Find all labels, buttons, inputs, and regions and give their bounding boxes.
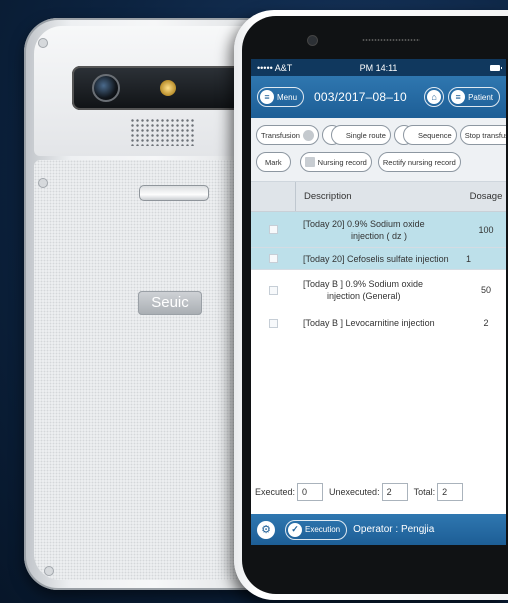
operator-text: Operator : Pengjia [353, 524, 435, 535]
row-dosage: 50 [480, 285, 491, 295]
menu-icon: ≡ [451, 90, 466, 104]
nav-bar: ≡ Menu 003/2017–08–10 ⌂ ≡ Patient [251, 76, 506, 118]
row-dosage: 1 [466, 253, 472, 264]
table-row[interactable]: [Today B ] Levocarnitine injection 2 [251, 310, 506, 336]
mark-button[interactable]: Mark [256, 152, 291, 172]
row-dosage: 2 [483, 318, 489, 328]
table-header: Description Dosage [251, 182, 506, 212]
stop-transfusion-label: Stop transfusion [464, 130, 506, 140]
row-checkbox[interactable] [268, 285, 278, 295]
executed-label: Executed: [255, 487, 296, 497]
patient-label: Patient [468, 92, 493, 102]
count-summary: Executed: 0 Unexecuted: 2 Total: 2 [251, 480, 506, 504]
check-icon: ✓ [288, 522, 302, 537]
toolbar-row-2: Mark Nursing record Rectify nursing reco… [256, 150, 501, 174]
executed-count-field: 0 [297, 483, 324, 501]
checkbox-icon [304, 157, 315, 167]
unexecuted-count-field: 2 [381, 483, 408, 501]
toolbar: Transfusion Single route Sequence Stop t… [251, 118, 506, 182]
execution-label: Execution [305, 525, 341, 534]
header-description: Description [295, 182, 466, 211]
app-screen: ••••• A&T PM 14:11 ≡ Menu 003/2017–08–10… [251, 59, 506, 545]
transfusion-label: Transfusion [261, 130, 300, 140]
scanner-slot [139, 185, 209, 201]
menu-button[interactable]: ≡ Menu [257, 87, 305, 107]
table-row[interactable]: [Today B ] 0.9% Sodium oxide injection (… [251, 270, 506, 310]
execution-button[interactable]: ✓ Execution [285, 519, 348, 540]
row-checkbox[interactable] [268, 318, 278, 328]
front-camera-icon [308, 36, 317, 45]
status-bar: ••••• A&T PM 14:11 [251, 59, 506, 76]
nursing-record-button[interactable]: Nursing record [299, 152, 372, 172]
menu-label: Menu [277, 92, 298, 102]
header-dosage: Dosage [469, 191, 503, 202]
unexecuted-label: Unexecuted: [329, 487, 380, 497]
status-time: PM 14:11 [359, 62, 398, 73]
settings-gear-icon[interactable]: ⚙ [257, 520, 275, 539]
sequence-button[interactable]: Sequence [402, 125, 457, 145]
bottom-bar: ⚙ ✓ Execution Operator : Pengjia [251, 514, 506, 545]
nursing-record-label: Nursing record [317, 157, 367, 167]
total-count-field: 2 [437, 483, 464, 501]
row-dosage: 100 [478, 224, 494, 235]
rectify-nursing-record-button[interactable]: Rectify nursing record [377, 152, 461, 172]
screw-icon [44, 566, 54, 576]
row-description: [Today B ] Levocarnitine injection [303, 318, 435, 328]
speaker-grille [130, 118, 194, 146]
sequence-label: Sequence [417, 130, 452, 140]
transfusion-toggle[interactable]: Transfusion [256, 125, 319, 145]
flash-icon [160, 80, 176, 96]
patient-button[interactable]: ≡ Patient [448, 87, 500, 107]
home-button[interactable]: ⌂ [424, 87, 445, 107]
home-icon: ⌂ [427, 90, 442, 104]
row-checkbox[interactable] [268, 225, 278, 234]
single-route-button[interactable]: Single route [330, 125, 391, 145]
camera-lens-icon [92, 74, 120, 102]
table-row[interactable]: [Today 20] 0.9% Sodium oxide injection (… [251, 212, 506, 248]
battery-icon [490, 64, 502, 71]
row-description: [Today B ] 0.9% Sodium oxide [303, 279, 424, 289]
menu-icon: ≡ [260, 90, 274, 104]
single-route-label: Single route [345, 130, 386, 140]
row-description-cont: injection ( dz ) [351, 230, 408, 241]
rectify-nursing-record-label: Rectify nursing record [382, 157, 456, 167]
toggle-icon [302, 129, 314, 141]
row-description: [Today 20] Cefoselis sulfate injection [303, 253, 449, 264]
screw-icon [38, 38, 48, 48]
total-label: Total: [413, 487, 436, 497]
table-row[interactable]: [Today 20] Cefoselis sulfate injection 1 [251, 248, 506, 270]
stop-transfusion-button[interactable]: Stop transfusion [459, 125, 506, 145]
page-title: 003/2017–08–10 [314, 90, 407, 104]
row-checkbox[interactable] [268, 254, 278, 263]
toolbar-row-1: Transfusion Single route Sequence Stop t… [256, 123, 506, 147]
brand-logo: Seuic [138, 291, 202, 315]
row-description-cont: injection (General) [327, 291, 401, 301]
mark-label: Mark [265, 157, 282, 167]
screw-icon [38, 178, 48, 188]
row-description: [Today 20] 0.9% Sodium oxide [303, 218, 425, 229]
earpiece [362, 38, 420, 42]
